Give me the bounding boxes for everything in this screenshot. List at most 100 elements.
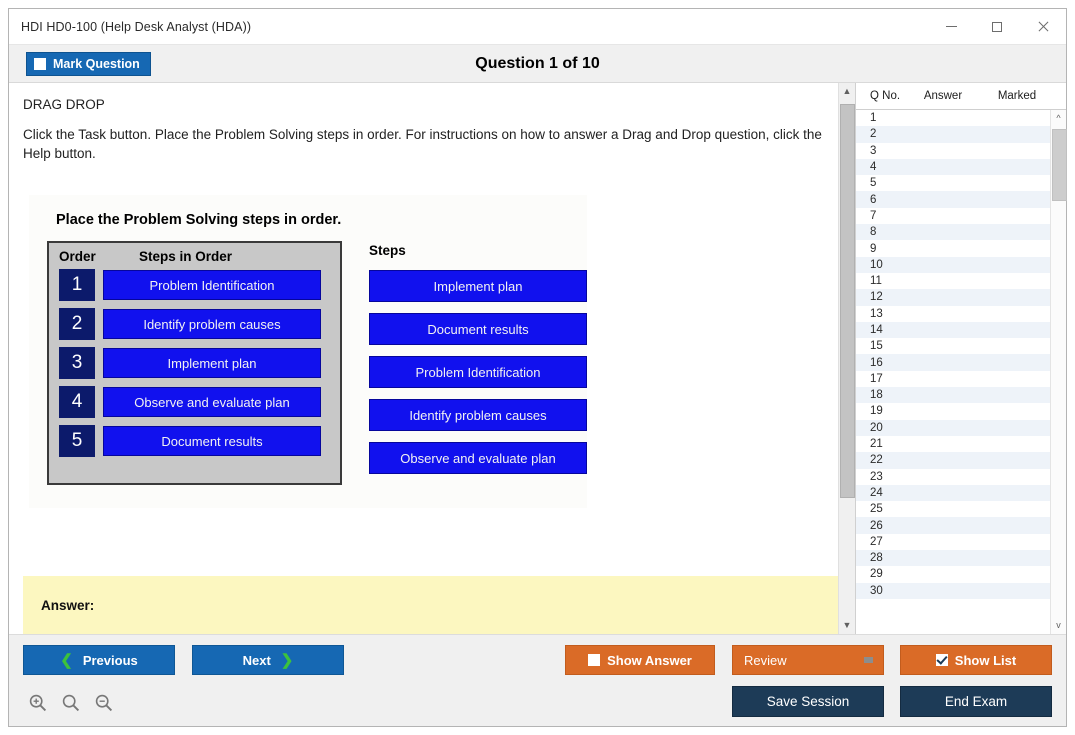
- show-answer-button[interactable]: Show Answer: [565, 645, 715, 675]
- scroll-up-icon[interactable]: ▲: [839, 83, 856, 100]
- zoom-reset-icon[interactable]: [61, 693, 81, 713]
- maximize-icon: [992, 21, 1002, 32]
- question-list-row[interactable]: 11: [856, 273, 1050, 289]
- ordered-step-box[interactable]: Observe and evaluate plan: [103, 387, 321, 417]
- order-number: 2: [59, 308, 95, 340]
- minimize-button[interactable]: [928, 9, 974, 44]
- question-number-cell: 6: [870, 193, 877, 206]
- content-scrollbar-track[interactable]: [839, 100, 855, 617]
- window-controls: [928, 9, 1066, 44]
- show-list-checkbox-icon: [935, 654, 948, 666]
- question-list-row[interactable]: 4: [856, 158, 1050, 176]
- end-exam-button[interactable]: End Exam: [900, 686, 1052, 717]
- question-list-pane: Q No. Answer Marked 1 2 3 4 5 6 7 8 9 10 11 12 13 14 1…: [855, 83, 1067, 634]
- question-list-row[interactable]: 23: [856, 469, 1050, 485]
- list-scroll-down-icon[interactable]: v: [1050, 617, 1067, 634]
- window-title: HDI HD0-100 (Help Desk Analyst (HDA)): [21, 19, 252, 34]
- show-list-label: Show List: [954, 652, 1017, 668]
- next-label: Next: [242, 652, 271, 668]
- show-list-button[interactable]: Show List: [900, 645, 1052, 675]
- maximize-button[interactable]: [974, 9, 1020, 44]
- content-scrollbar-thumb[interactable]: [840, 104, 855, 498]
- question-list-row[interactable]: 20: [856, 419, 1050, 436]
- question-list-scrollbar[interactable]: ^ v: [1050, 110, 1067, 634]
- draggable-step-box[interactable]: Observe and evaluate plan: [369, 442, 587, 474]
- mark-question-button[interactable]: Mark Question: [26, 51, 151, 76]
- question-content: DRAG DROP Click the Task button. Place t…: [9, 83, 838, 508]
- question-number-cell: 28: [870, 552, 883, 565]
- question-list-row[interactable]: 28: [856, 550, 1050, 567]
- question-instructions: Click the Task button. Place the Problem…: [23, 127, 822, 161]
- question-list-row[interactable]: 1: [856, 110, 1050, 126]
- question-list-row[interactable]: 29: [856, 566, 1050, 582]
- question-list-row[interactable]: 3: [856, 143, 1050, 159]
- body-area: DRAG DROP Click the Task button. Place t…: [9, 83, 1067, 634]
- draggable-step-box[interactable]: Document results: [369, 313, 587, 345]
- question-list-row[interactable]: 5: [856, 175, 1050, 191]
- question-list-row[interactable]: 13: [856, 306, 1050, 322]
- list-scroll-up-icon[interactable]: ^: [1050, 110, 1067, 127]
- ordered-step-box[interactable]: Implement plan: [103, 348, 321, 378]
- question-number-cell: 26: [870, 519, 883, 532]
- question-list-row[interactable]: 2: [856, 126, 1050, 143]
- question-list-row[interactable]: 16: [856, 354, 1050, 371]
- steps-in-order-column-header: Steps in Order: [139, 249, 233, 264]
- previous-label: Previous: [82, 652, 138, 668]
- column-header-answer: Answer: [923, 90, 963, 102]
- question-list-row[interactable]: 7: [856, 208, 1050, 224]
- content-scrollbar[interactable]: ▲ ▼: [838, 83, 855, 634]
- question-list-row[interactable]: 21: [856, 436, 1050, 452]
- previous-button[interactable]: ❮ Previous: [23, 645, 175, 675]
- question-list-row[interactable]: 30: [856, 582, 1050, 599]
- draggable-step-box[interactable]: Identify problem causes: [369, 399, 587, 431]
- question-list-row[interactable]: 18: [856, 387, 1050, 404]
- zoom-out-icon[interactable]: [94, 693, 114, 713]
- question-list-row[interactable]: 17: [856, 371, 1050, 387]
- close-button[interactable]: [1020, 9, 1066, 44]
- chevron-right-icon: ❯: [280, 652, 294, 669]
- question-number-cell: 10: [870, 258, 883, 271]
- list-scrollbar-track[interactable]: [1051, 127, 1067, 617]
- order-number: 5: [59, 425, 95, 457]
- order-column-header: Order: [59, 249, 96, 264]
- next-button[interactable]: Next ❯: [192, 645, 344, 675]
- question-list-row[interactable]: 6: [856, 191, 1050, 208]
- question-number-cell: 11: [870, 275, 882, 288]
- question-list-row[interactable]: 25: [856, 501, 1050, 517]
- question-number-cell: 19: [870, 405, 883, 418]
- zoom-in-icon[interactable]: [28, 693, 48, 713]
- question-list-row[interactable]: 26: [856, 517, 1050, 534]
- ordered-step-box[interactable]: Problem Identification: [103, 270, 321, 300]
- question-list-row[interactable]: 24: [856, 484, 1050, 502]
- question-list-row[interactable]: 12: [856, 289, 1050, 306]
- question-list-row[interactable]: 9: [856, 240, 1050, 256]
- question-list-row[interactable]: 22: [856, 452, 1050, 469]
- order-number: 3: [59, 347, 95, 379]
- question-list-row[interactable]: 27: [856, 534, 1050, 550]
- question-list-row[interactable]: 19: [856, 403, 1050, 419]
- question-list-row[interactable]: 14: [856, 321, 1050, 339]
- order-number: 4: [59, 386, 95, 418]
- ordered-step-row: 4 Observe and evaluate plan: [59, 386, 332, 418]
- show-answer-checkbox-icon: [588, 654, 601, 666]
- question-list-row[interactable]: 15: [856, 338, 1050, 354]
- question-content-pane: DRAG DROP Click the Task button. Place t…: [9, 83, 838, 634]
- ordered-step-box[interactable]: Identify problem causes: [103, 309, 321, 339]
- save-session-label: Save Session: [766, 694, 850, 709]
- question-number-cell: 17: [870, 372, 883, 385]
- list-scrollbar-thumb[interactable]: [1052, 129, 1067, 201]
- ordered-step-row: 3 Implement plan: [59, 347, 332, 379]
- review-dropdown[interactable]: Review: [732, 645, 884, 675]
- save-session-button[interactable]: Save Session: [732, 686, 884, 717]
- question-number-cell: 21: [870, 438, 883, 451]
- draggable-step-box[interactable]: Problem Identification: [369, 356, 587, 388]
- question-number-cell: 23: [870, 470, 883, 483]
- ordered-step-box[interactable]: Document results: [103, 426, 321, 456]
- question-list-row[interactable]: 8: [856, 224, 1050, 241]
- ordered-step-row: 5 Document results: [59, 425, 332, 457]
- question-list-row[interactable]: 10: [856, 256, 1050, 273]
- order-drop-panel[interactable]: Order Steps in Order 1 Problem Identific…: [47, 241, 342, 485]
- question-type-label: DRAG DROP: [23, 97, 105, 112]
- draggable-step-box[interactable]: Implement plan: [369, 270, 587, 302]
- scroll-down-icon[interactable]: ▼: [839, 617, 856, 634]
